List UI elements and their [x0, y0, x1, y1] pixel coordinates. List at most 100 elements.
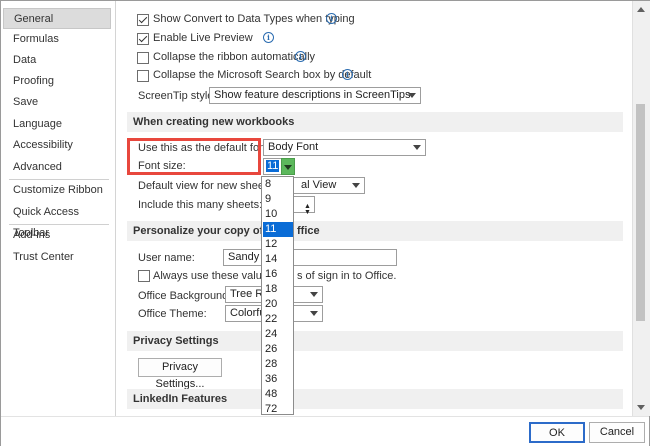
default-view-value: al View	[301, 179, 337, 191]
info-icon[interactable]: i	[263, 32, 274, 43]
sheets-count-label: Include this many sheets:	[138, 199, 263, 211]
sidebar-item-label: Save	[13, 96, 39, 108]
font-size-option[interactable]: 9	[263, 192, 293, 207]
live-preview-checkbox[interactable]	[137, 33, 149, 45]
chevron-down-icon	[352, 183, 360, 188]
section-title-continued: ffice	[297, 225, 320, 237]
font-size-option[interactable]: 22	[263, 312, 293, 327]
font-size-option[interactable]: 24	[263, 327, 293, 342]
sidebar-item-label: General	[14, 13, 54, 25]
section-title: When creating new workbooks	[133, 116, 295, 128]
font-size-option[interactable]: 26	[263, 342, 293, 357]
sidebar-item-formulas[interactable]: Formulas	[3, 29, 111, 50]
section-linkedin: LinkedIn Features	[127, 389, 623, 409]
chevron-down-icon	[408, 93, 416, 98]
always-use-values-checkbox[interactable]	[138, 270, 150, 282]
chevron-down-icon	[284, 165, 292, 170]
scrollbar-thumb[interactable]	[636, 104, 645, 321]
font-size-option-selected[interactable]: 11	[263, 222, 293, 237]
privacy-settings-button-label: Privacy Settings...	[155, 361, 205, 390]
vertical-scrollbar[interactable]	[632, 1, 650, 416]
highlight-box	[127, 138, 261, 175]
cancel-button[interactable]: Cancel	[589, 422, 645, 443]
section-privacy: Privacy Settings	[127, 331, 623, 351]
font-size-value: 11	[266, 160, 280, 172]
info-icon[interactable]: i	[295, 51, 306, 62]
collapse-ribbon-checkbox[interactable]	[137, 52, 149, 64]
sheets-count-spinner[interactable]: ▲ ▼	[293, 196, 315, 216]
sidebar-item-label: Customize Ribbon	[13, 184, 103, 196]
default-view-select[interactable]: al View	[293, 177, 365, 194]
default-view-label: Default view for new sheets:	[138, 180, 276, 192]
sidebar-item-add-ins[interactable]: Add-ins	[3, 225, 111, 246]
sidebar-item-accessibility[interactable]: Accessibility	[3, 135, 111, 156]
sidebar-item-label: Proofing	[13, 75, 54, 87]
section-title: LinkedIn Features	[133, 393, 228, 405]
font-size-option[interactable]: 8	[263, 177, 293, 192]
collapse-search-checkbox[interactable]	[137, 70, 149, 82]
screentip-style-value: Show feature descriptions in ScreenTips	[214, 89, 411, 101]
sidebar-item-label: Language	[13, 118, 62, 130]
collapse-ribbon-label: Collapse the ribbon automatically	[153, 51, 316, 63]
username-value: Sandy	[228, 251, 260, 263]
sidebar-item-advanced[interactable]: Advanced	[3, 157, 111, 178]
info-icon[interactable]: i	[326, 13, 337, 24]
sidebar-item-label: Trust Center	[13, 251, 74, 263]
sidebar-item-trust-center[interactable]: Trust Center	[3, 247, 111, 268]
show-convert-checkbox[interactable]	[137, 14, 149, 26]
font-size-option[interactable]: 12	[263, 237, 293, 252]
dialog-footer: OK Cancel	[1, 416, 649, 446]
always-use-values-label-continued: s of sign in to Office.	[297, 270, 397, 282]
section-personalize: Personalize your copy of Micr ffice	[127, 221, 623, 241]
live-preview-label: Enable Live Preview	[153, 32, 253, 44]
font-size-option[interactable]: 20	[263, 297, 293, 312]
office-theme-label: Office Theme:	[138, 308, 207, 320]
cancel-button-label: Cancel	[599, 426, 635, 438]
chevron-down-icon	[413, 145, 421, 150]
font-size-dropdown-list[interactable]: 8 9 10 11 12 14 16 18 20 22 24 26 28 36 …	[261, 176, 294, 415]
sidebar-item-label: Add-ins	[13, 229, 51, 241]
font-size-dropdown-button[interactable]	[281, 158, 295, 175]
office-background-label: Office Background:	[138, 290, 232, 302]
font-size-option[interactable]: 36	[263, 372, 293, 387]
ok-button[interactable]: OK	[529, 422, 585, 443]
sidebar-item-label: Data	[13, 54, 37, 66]
username-input[interactable]: Sandy	[223, 249, 397, 266]
info-icon[interactable]: i	[342, 69, 353, 80]
screentip-style-select[interactable]: Show feature descriptions in ScreenTips	[209, 87, 421, 104]
section-title: Privacy Settings	[133, 335, 219, 347]
sidebar-item-proofing[interactable]: Proofing	[3, 71, 111, 92]
font-size-option[interactable]: 72	[263, 402, 293, 414]
options-sidebar: General Formulas Data Proofing Save Lang…	[1, 1, 116, 416]
font-size-option[interactable]: 18	[263, 282, 293, 297]
font-size-option[interactable]: 28	[263, 357, 293, 372]
default-font-select[interactable]: Body Font	[263, 139, 426, 156]
sidebar-item-language[interactable]: Language	[3, 114, 111, 135]
collapse-search-label: Collapse the Microsoft Search box by def…	[153, 69, 372, 81]
sidebar-item-label: Formulas	[13, 33, 59, 45]
font-size-option[interactable]: 16	[263, 267, 293, 282]
options-window: General Formulas Data Proofing Save Lang…	[0, 0, 650, 446]
sidebar-item-label: Advanced	[13, 161, 62, 173]
sidebar-item-quick-access-toolbar[interactable]: Quick Access Toolbar	[3, 202, 111, 239]
default-font-value: Body Font	[268, 141, 319, 153]
scroll-up-icon[interactable]	[637, 7, 645, 12]
username-label: User name:	[138, 252, 195, 264]
chevron-down-icon	[310, 292, 318, 297]
spinner-down-icon[interactable]: ▼	[304, 205, 311, 220]
scroll-down-icon[interactable]	[637, 405, 645, 410]
section-new-workbooks: When creating new workbooks	[127, 112, 623, 132]
show-convert-label: Show Convert to Data Types when typing	[153, 13, 355, 25]
sidebar-item-customize-ribbon[interactable]: Customize Ribbon	[3, 180, 111, 201]
screentip-style-label: ScreenTip style:	[138, 90, 217, 102]
font-size-option[interactable]: 10	[263, 207, 293, 222]
font-size-option[interactable]: 14	[263, 252, 293, 267]
sidebar-item-general[interactable]: General	[3, 8, 111, 29]
font-size-option[interactable]: 48	[263, 387, 293, 402]
chevron-down-icon	[310, 311, 318, 316]
ok-button-label: OK	[549, 427, 565, 439]
sidebar-item-save[interactable]: Save	[3, 92, 111, 113]
sidebar-item-label: Accessibility	[13, 139, 73, 151]
sidebar-item-data[interactable]: Data	[3, 50, 111, 71]
privacy-settings-button[interactable]: Privacy Settings...	[138, 358, 222, 390]
